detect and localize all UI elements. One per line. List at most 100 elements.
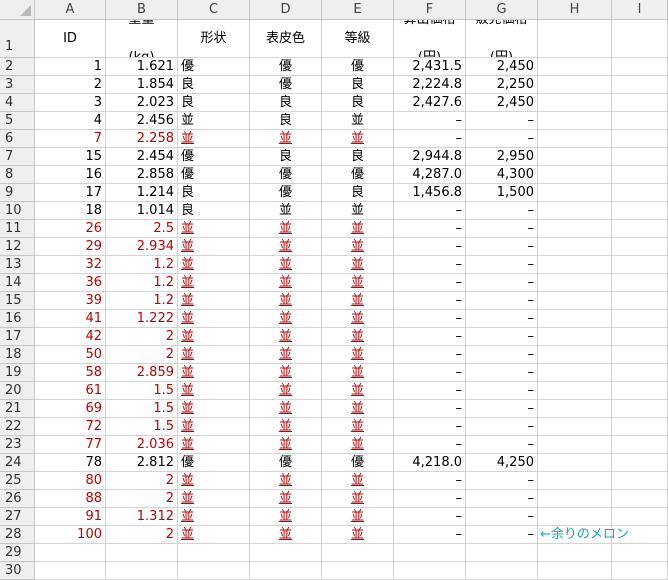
cell-skin[interactable]: 並 — [250, 202, 322, 220]
cell-shape[interactable]: 並 — [178, 112, 250, 130]
cell-weight[interactable]: 2 — [106, 328, 178, 346]
cell-calc-price[interactable]: – — [394, 490, 466, 508]
cell-i[interactable] — [612, 202, 668, 220]
column-header-b[interactable]: B — [106, 0, 178, 20]
cell-shape[interactable]: 良 — [178, 94, 250, 112]
cell-shape[interactable]: 並 — [178, 220, 250, 238]
row-header-5[interactable]: 5 — [0, 112, 35, 130]
cell-sale-price[interactable]: – — [466, 382, 538, 400]
cell-grade[interactable]: 並 — [322, 526, 394, 544]
cell-shape[interactable]: 並 — [178, 238, 250, 256]
row-header-15[interactable]: 15 — [0, 292, 35, 310]
cell-h[interactable] — [538, 184, 612, 202]
cell-skin[interactable]: 並 — [250, 526, 322, 544]
cell-calc-price[interactable]: – — [394, 472, 466, 490]
cell-weight[interactable]: 2.454 — [106, 148, 178, 166]
cell-e1-grade-header[interactable]: 等級 — [322, 20, 394, 58]
cell-skin[interactable]: 並 — [250, 238, 322, 256]
cell-i[interactable] — [612, 94, 668, 112]
cell-skin[interactable]: 並 — [250, 472, 322, 490]
cell-sale-price[interactable]: 2,450 — [466, 58, 538, 76]
cell-shape[interactable]: 良 — [178, 184, 250, 202]
cell-weight[interactable]: 1.5 — [106, 418, 178, 436]
cell-weight[interactable]: 1.5 — [106, 382, 178, 400]
row-header-16[interactable]: 16 — [0, 310, 35, 328]
cell-calc-price[interactable]: – — [394, 256, 466, 274]
cell-id[interactable]: 18 — [35, 202, 106, 220]
cell-calc-price[interactable]: – — [394, 400, 466, 418]
cell-i[interactable] — [612, 400, 668, 418]
cell-shape[interactable]: 優 — [178, 148, 250, 166]
row-header-21[interactable]: 21 — [0, 400, 35, 418]
cell-calc-price[interactable]: – — [394, 130, 466, 148]
cell-calc-price[interactable]: – — [394, 292, 466, 310]
cell-calc-price[interactable]: – — [394, 346, 466, 364]
row-header-9[interactable]: 9 — [0, 184, 35, 202]
cell-h[interactable] — [538, 454, 612, 472]
row-header-2[interactable]: 2 — [0, 58, 35, 76]
cell-sale-price[interactable]: – — [466, 418, 538, 436]
cell-empty[interactable] — [35, 544, 106, 562]
cell-skin[interactable]: 並 — [250, 292, 322, 310]
cell-sale-price[interactable]: – — [466, 202, 538, 220]
cell-i[interactable] — [612, 76, 668, 94]
cell-calc-price[interactable]: – — [394, 238, 466, 256]
cell-calc-price[interactable]: – — [394, 328, 466, 346]
cell-id[interactable]: 29 — [35, 238, 106, 256]
cell-weight[interactable]: 1.2 — [106, 256, 178, 274]
cell-weight[interactable]: 2.258 — [106, 130, 178, 148]
cell-weight[interactable]: 1.214 — [106, 184, 178, 202]
cell-sale-price[interactable]: 2,250 — [466, 76, 538, 94]
cell-h[interactable] — [538, 220, 612, 238]
column-header-g[interactable]: G — [466, 0, 538, 20]
row-header-7[interactable]: 7 — [0, 148, 35, 166]
cell-i[interactable] — [612, 256, 668, 274]
cell-weight[interactable]: 2 — [106, 526, 178, 544]
row-header-25[interactable]: 25 — [0, 472, 35, 490]
cell-grade[interactable]: 並 — [322, 292, 394, 310]
cell-shape[interactable]: 並 — [178, 436, 250, 454]
column-header-a[interactable]: A — [35, 0, 106, 20]
cell-skin[interactable]: 並 — [250, 400, 322, 418]
cell-i[interactable] — [612, 328, 668, 346]
cell-shape[interactable]: 優 — [178, 58, 250, 76]
cell-h[interactable] — [538, 436, 612, 454]
cell-sale-price[interactable]: – — [466, 364, 538, 382]
cell-i[interactable] — [612, 418, 668, 436]
cell-id[interactable]: 69 — [35, 400, 106, 418]
cell-skin[interactable]: 良 — [250, 148, 322, 166]
cell-id[interactable]: 41 — [35, 310, 106, 328]
cell-skin[interactable]: 優 — [250, 454, 322, 472]
cell-sale-price[interactable]: 4,300 — [466, 166, 538, 184]
cell-h[interactable] — [538, 328, 612, 346]
cell-grade[interactable]: 並 — [322, 400, 394, 418]
cell-weight[interactable]: 2.859 — [106, 364, 178, 382]
cell-empty[interactable] — [178, 562, 250, 580]
row-header-28[interactable]: 28 — [0, 526, 35, 544]
cell-weight[interactable]: 1.312 — [106, 508, 178, 526]
cell-i1[interactable] — [612, 20, 668, 58]
cell-sale-price[interactable]: – — [466, 436, 538, 454]
cell-i[interactable] — [612, 310, 668, 328]
cell-id[interactable]: 32 — [35, 256, 106, 274]
cell-id[interactable]: 42 — [35, 328, 106, 346]
cell-weight[interactable]: 2.023 — [106, 94, 178, 112]
cell-shape[interactable]: 並 — [178, 364, 250, 382]
cell-grade[interactable]: 並 — [322, 490, 394, 508]
cell-grade[interactable]: 並 — [322, 220, 394, 238]
cell-sale-price[interactable]: – — [466, 508, 538, 526]
cell-calc-price[interactable]: 2,224.8 — [394, 76, 466, 94]
cell-grade[interactable]: 並 — [322, 382, 394, 400]
cell-shape[interactable]: 並 — [178, 310, 250, 328]
cell-calc-price[interactable]: 2,427.6 — [394, 94, 466, 112]
cell-empty[interactable] — [538, 562, 612, 580]
cell-empty[interactable] — [250, 562, 322, 580]
cell-i[interactable] — [612, 508, 668, 526]
cell-i[interactable] — [612, 274, 668, 292]
cell-i[interactable] — [612, 346, 668, 364]
cell-skin[interactable]: 並 — [250, 220, 322, 238]
cell-d1-skin-header[interactable]: 表皮色 — [250, 20, 322, 58]
cell-weight[interactable]: 2.812 — [106, 454, 178, 472]
cell-grade[interactable]: 並 — [322, 364, 394, 382]
cell-i[interactable] — [612, 472, 668, 490]
